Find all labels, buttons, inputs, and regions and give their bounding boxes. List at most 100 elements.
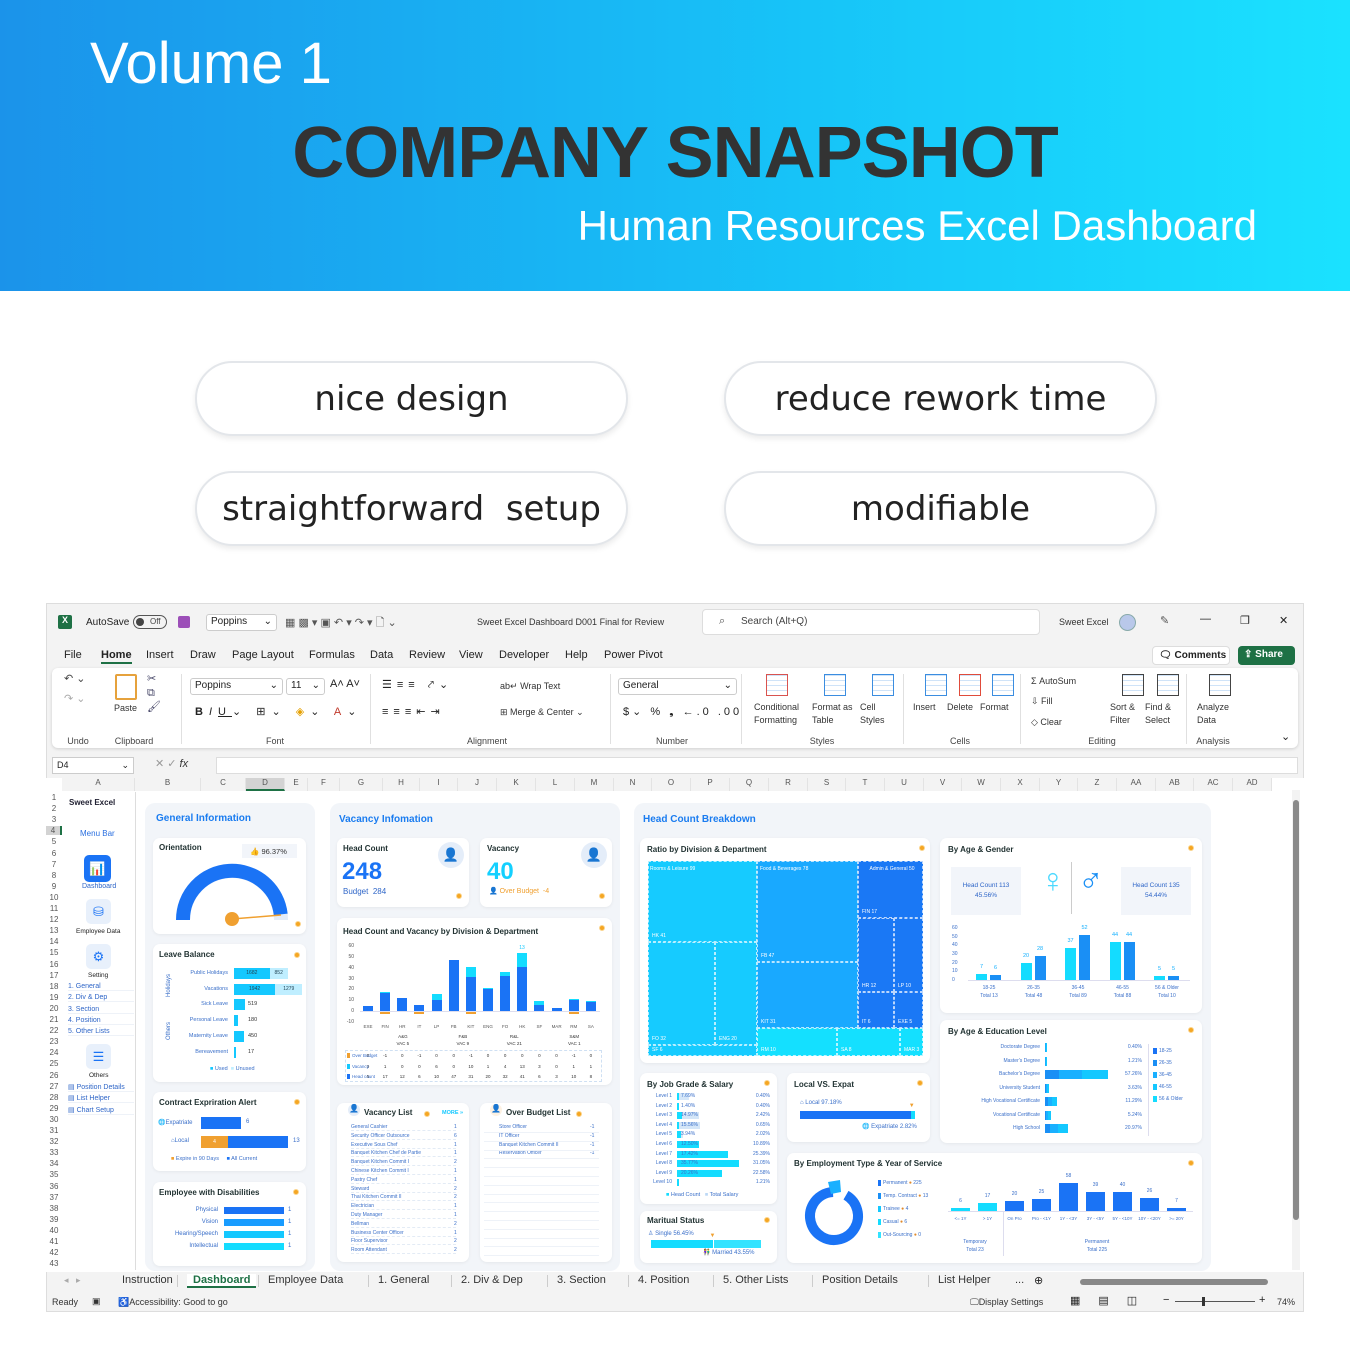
add-sheet-button[interactable]: ⊕: [1034, 1274, 1043, 1287]
qat-font-select[interactable]: Poppins ⌄: [206, 614, 277, 631]
row-header[interactable]: 13: [46, 926, 62, 935]
row-header[interactable]: 11: [46, 904, 62, 913]
sheet-nav-arrows[interactable]: ◂ ▸: [64, 1275, 81, 1286]
gear-icon[interactable]: [294, 952, 300, 958]
zoom-slider-thumb[interactable]: [1202, 1297, 1205, 1306]
treemap-cell[interactable]: MAR 3: [900, 1028, 923, 1056]
row-header[interactable]: 7: [46, 860, 62, 869]
column-header[interactable]: L: [536, 778, 575, 791]
gear-icon[interactable]: [599, 925, 605, 931]
menu-tab-view[interactable]: View: [459, 649, 483, 661]
sheet-tab[interactable]: 2. Div & Dep: [461, 1274, 523, 1286]
avatar[interactable]: [1119, 614, 1136, 631]
menu-tab-review[interactable]: Review: [409, 649, 445, 661]
row-header[interactable]: 18: [46, 982, 62, 991]
sheet-tab[interactable]: Instruction: [122, 1274, 173, 1286]
row-header[interactable]: 42: [46, 1248, 62, 1257]
column-header[interactable]: B: [135, 778, 201, 791]
nav-setting-item[interactable]: 4. Position: [68, 1017, 134, 1025]
restore-icon[interactable]: ❐: [1240, 614, 1250, 627]
column-header[interactable]: O: [652, 778, 691, 791]
nav-others[interactable]: Others: [89, 1072, 109, 1079]
column-header[interactable]: H: [383, 778, 420, 791]
merge-center-button[interactable]: ⊞ Merge & Center ⌄: [500, 707, 584, 718]
view-buttons[interactable]: ▦▤◫: [1070, 1294, 1155, 1307]
column-header[interactable]: R: [769, 778, 808, 791]
gear-icon[interactable]: [764, 1080, 770, 1086]
treemap-cell[interactable]: KIT 31: [757, 962, 858, 1028]
number-buttons[interactable]: $⌄ % ❟ ←.0 .00: [623, 705, 742, 719]
row-header[interactable]: 8: [46, 871, 62, 880]
font-format-buttons[interactable]: BIU⌄ ⊞⌄ ◈⌄ A⌄: [195, 705, 362, 718]
row-header[interactable]: 6: [46, 849, 62, 858]
menu-tab-help[interactable]: Help: [565, 649, 588, 661]
qat-icons[interactable]: ▦ ▩ ▾ ▣ ↶ ▾ ↷ ▾ 🗋 ⌄: [285, 614, 397, 633]
row-header[interactable]: 12: [46, 915, 62, 924]
row-header[interactable]: 34: [46, 1159, 62, 1168]
formula-input[interactable]: [216, 757, 1298, 774]
autosum-button[interactable]: Σ AutoSum: [1031, 676, 1076, 686]
row-header[interactable]: 41: [46, 1237, 62, 1246]
row-header[interactable]: 5: [46, 837, 62, 846]
gear-icon[interactable]: [919, 845, 925, 851]
menu-tab-page-layout[interactable]: Page Layout: [232, 649, 294, 661]
nav-other-item[interactable]: ▤ Position Details: [68, 1083, 134, 1092]
menu-tab-power-pivot[interactable]: Power Pivot: [604, 649, 663, 661]
column-header[interactable]: AD: [1233, 778, 1272, 791]
row-header[interactable]: 3: [46, 815, 62, 824]
row-header[interactable]: 20: [46, 1004, 62, 1013]
row-header[interactable]: 37: [46, 1193, 62, 1202]
sheet-tab[interactable]: List Helper: [938, 1274, 991, 1286]
row-header[interactable]: 38: [46, 1204, 62, 1213]
menu-tab-home[interactable]: Home: [101, 649, 132, 664]
gear-icon[interactable]: [1188, 1160, 1194, 1166]
undo-icon[interactable]: ↶ ⌄: [64, 672, 86, 685]
treemap-cell[interactable]: SF 6: [648, 1045, 757, 1056]
paste-icon[interactable]: [115, 674, 137, 700]
column-header[interactable]: A: [62, 778, 135, 791]
column-header[interactable]: D: [246, 778, 285, 791]
column-header[interactable]: Z: [1078, 778, 1117, 791]
vacancy-list-item-name[interactable]: Room Attendant: [351, 1247, 456, 1255]
horizontal-scrollbar[interactable]: [1080, 1279, 1268, 1285]
sheet-tab[interactable]: 5. Other Lists: [723, 1274, 788, 1286]
vacancy-list-item-name[interactable]: Steward: [351, 1186, 456, 1193]
row-header[interactable]: 22: [46, 1026, 62, 1035]
treemap-cell[interactable]: FO 32: [648, 942, 715, 1045]
column-header[interactable]: S: [808, 778, 846, 791]
accessibility-status[interactable]: ♿Accessibility: Good to go: [118, 1297, 228, 1308]
dashboard-nav-icon[interactable]: 📊: [84, 855, 111, 882]
column-header[interactable]: E: [285, 778, 308, 791]
fill-button[interactable]: ⇩ Fill: [1031, 696, 1053, 707]
treemap-cell[interactable]: FB 47: [757, 861, 858, 962]
macro-icon[interactable]: ▣: [92, 1296, 101, 1307]
row-header[interactable]: 21: [46, 1015, 62, 1024]
column-header[interactable]: X: [1001, 778, 1040, 791]
row-header[interactable]: 2: [46, 804, 62, 813]
sheet-tab[interactable]: Employee Data: [268, 1274, 343, 1286]
row-header[interactable]: 39: [46, 1215, 62, 1224]
clipboard-icons[interactable]: ✂ ⧉ 🖌: [147, 672, 161, 714]
menu-tab-formulas[interactable]: Formulas: [309, 649, 355, 661]
row-header[interactable]: 43: [46, 1259, 62, 1268]
treemap-cell[interactable]: SA 8: [837, 1028, 900, 1056]
nav-other-item[interactable]: ▤ List Helper: [68, 1094, 134, 1104]
font-size-select[interactable]: 11 ⌄: [286, 678, 325, 695]
alignment-buttons-2[interactable]: ≡≡≡⇤⇥: [382, 705, 445, 718]
more-link[interactable]: MORE »: [442, 1110, 463, 1116]
sheet-tab[interactable]: Dashboard: [187, 1274, 257, 1288]
row-header[interactable]: 25: [46, 1059, 62, 1068]
name-box[interactable]: D4 ⌄: [52, 757, 134, 774]
row-header[interactable]: 15: [46, 948, 62, 957]
treemap-cell[interactable]: LP 10: [894, 918, 923, 992]
column-header[interactable]: G: [340, 778, 383, 791]
scrollbar-thumb[interactable]: [1293, 800, 1299, 1220]
row-header[interactable]: 10: [46, 893, 62, 902]
pen-icon[interactable]: ✎: [1160, 614, 1169, 627]
row-header[interactable]: 16: [46, 960, 62, 969]
number-format-select[interactable]: General ⌄: [618, 678, 737, 695]
vacancy-list-item-name[interactable]: Thai Kitchen Commit II: [351, 1194, 456, 1202]
font-size-buttons[interactable]: A˄ A˅: [330, 678, 360, 690]
row-header[interactable]: 17: [46, 971, 62, 980]
column-header[interactable]: Y: [1040, 778, 1078, 791]
